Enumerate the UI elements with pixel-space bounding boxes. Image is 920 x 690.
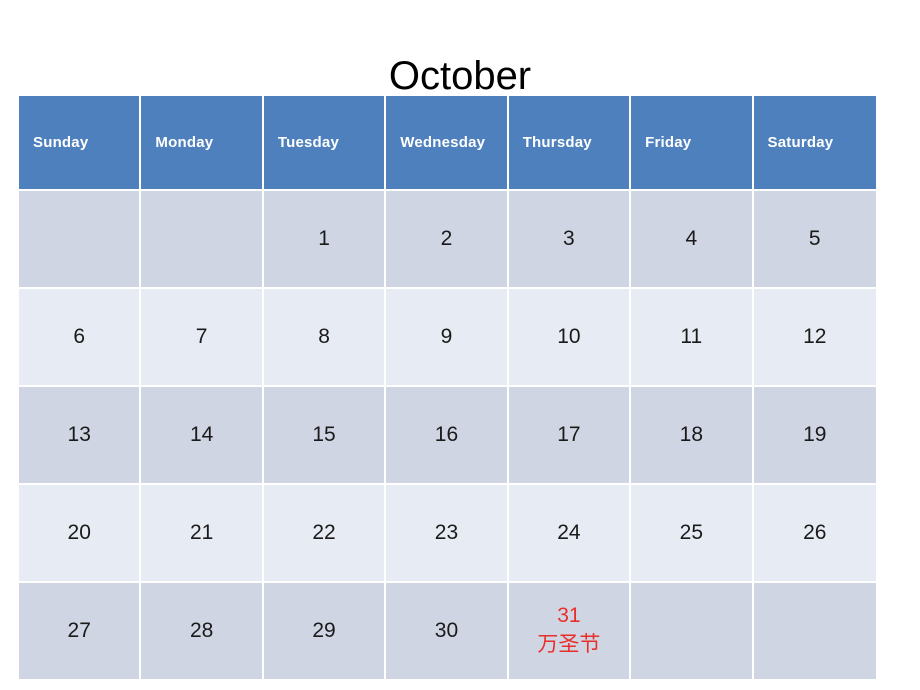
day-number: 12 (803, 325, 827, 348)
day-number: 1 (318, 227, 330, 250)
day-number: 29 (312, 619, 336, 642)
day-number: 20 (67, 521, 91, 544)
day-number: 2 (440, 227, 453, 250)
day-cell[interactable]: 17 (508, 387, 632, 485)
day-cell[interactable]: 11 (631, 289, 754, 387)
day-number: 26 (803, 521, 827, 544)
week-row: 27 28 29 30 31 万圣节 (19, 583, 876, 681)
day-cell[interactable]: 16 (386, 387, 509, 485)
day-number: 24 (557, 521, 581, 544)
day-number: 15 (312, 423, 336, 446)
day-cell[interactable]: 28 (141, 583, 264, 681)
day-number: 23 (434, 521, 459, 544)
weekday-header-thursday: Thursday (508, 96, 632, 191)
weekday-header-friday: Friday (631, 96, 754, 191)
day-cell[interactable]: 10 (508, 289, 632, 387)
week-row: 20 21 22 23 24 25 26 (19, 485, 876, 583)
day-number: 18 (679, 423, 703, 446)
day-cell[interactable]: 25 (631, 485, 754, 583)
day-cell[interactable]: 26 (753, 485, 876, 583)
day-cell[interactable]: 21 (141, 485, 264, 583)
day-cell[interactable]: 15 (263, 387, 387, 485)
day-cell[interactable]: 3 (508, 191, 632, 289)
calendar-header-row-group: Sunday Monday Tuesday Wednesday Thursday… (19, 96, 876, 191)
weekday-header-saturday: Saturday (753, 96, 876, 191)
day-cell[interactable]: 4 (631, 191, 754, 289)
day-cell[interactable]: 7 (141, 289, 264, 387)
day-cell[interactable] (631, 583, 754, 681)
day-cell[interactable]: 22 (263, 485, 387, 583)
day-cell[interactable]: 23 (386, 485, 509, 583)
day-cell[interactable]: 9 (386, 289, 509, 387)
weekday-header-wednesday: Wednesday (386, 96, 509, 191)
calendar-body: 1 2 3 4 5 6 7 8 9 10 11 12 13 14 15 16 1… (19, 191, 876, 681)
calendar-table: Sunday Monday Tuesday Wednesday Thursday… (19, 96, 876, 681)
day-cell[interactable]: 27 (19, 583, 142, 681)
day-cell[interactable]: 20 (19, 485, 142, 583)
day-cell[interactable]: 14 (141, 387, 264, 485)
day-cell[interactable]: 13 (19, 387, 142, 485)
weekday-header-tuesday: Tuesday (263, 96, 387, 191)
weekday-header-row: Sunday Monday Tuesday Wednesday Thursday… (19, 96, 876, 191)
day-cell[interactable] (141, 191, 264, 289)
day-cell[interactable]: 5 (753, 191, 876, 289)
day-number: 10 (557, 325, 581, 348)
weekday-header-monday: Monday (141, 96, 264, 191)
day-number: 17 (557, 423, 581, 446)
day-number: 30 (434, 619, 459, 642)
day-cell[interactable]: 24 (508, 485, 632, 583)
day-number: 11 (680, 325, 703, 348)
day-number: 9 (440, 325, 453, 348)
day-cell[interactable]: 12 (753, 289, 876, 387)
week-row: 6 7 8 9 10 11 12 (19, 289, 876, 387)
day-cell[interactable]: 8 (263, 289, 387, 387)
page-title: October (388, 54, 532, 98)
calendar-page: October Sunday Monday Tuesday Wednesday … (0, 0, 920, 690)
day-cell-holiday[interactable]: 31 万圣节 (508, 583, 632, 681)
day-number: 31 (557, 604, 581, 627)
day-number: 14 (189, 423, 214, 446)
day-number: 6 (73, 325, 86, 348)
day-cell[interactable]: 29 (263, 583, 387, 681)
day-cell[interactable]: 2 (386, 191, 509, 289)
day-number: 21 (189, 521, 214, 544)
holiday-label: 万圣节 (537, 633, 601, 656)
day-number: 27 (67, 619, 91, 642)
day-number: 19 (803, 423, 827, 446)
weekday-header-sunday: Sunday (19, 96, 142, 191)
week-row: 13 14 15 16 17 18 19 (19, 387, 876, 485)
day-number: 5 (808, 227, 821, 250)
day-number: 4 (685, 227, 698, 250)
day-number: 7 (195, 325, 208, 348)
day-cell[interactable]: 6 (19, 289, 142, 387)
day-cell[interactable]: 19 (753, 387, 876, 485)
day-cell[interactable]: 1 (263, 191, 387, 289)
day-cell[interactable] (753, 583, 876, 681)
day-number: 28 (189, 619, 214, 642)
day-cell[interactable] (19, 191, 142, 289)
day-number: 13 (67, 423, 91, 446)
day-number: 22 (312, 521, 336, 544)
day-cell[interactable]: 18 (631, 387, 754, 485)
day-number: 16 (434, 423, 459, 446)
day-number: 8 (318, 325, 330, 348)
week-row: 1 2 3 4 5 (19, 191, 876, 289)
day-cell[interactable]: 30 (386, 583, 509, 681)
day-number: 25 (679, 521, 703, 544)
day-number: 3 (563, 227, 575, 250)
